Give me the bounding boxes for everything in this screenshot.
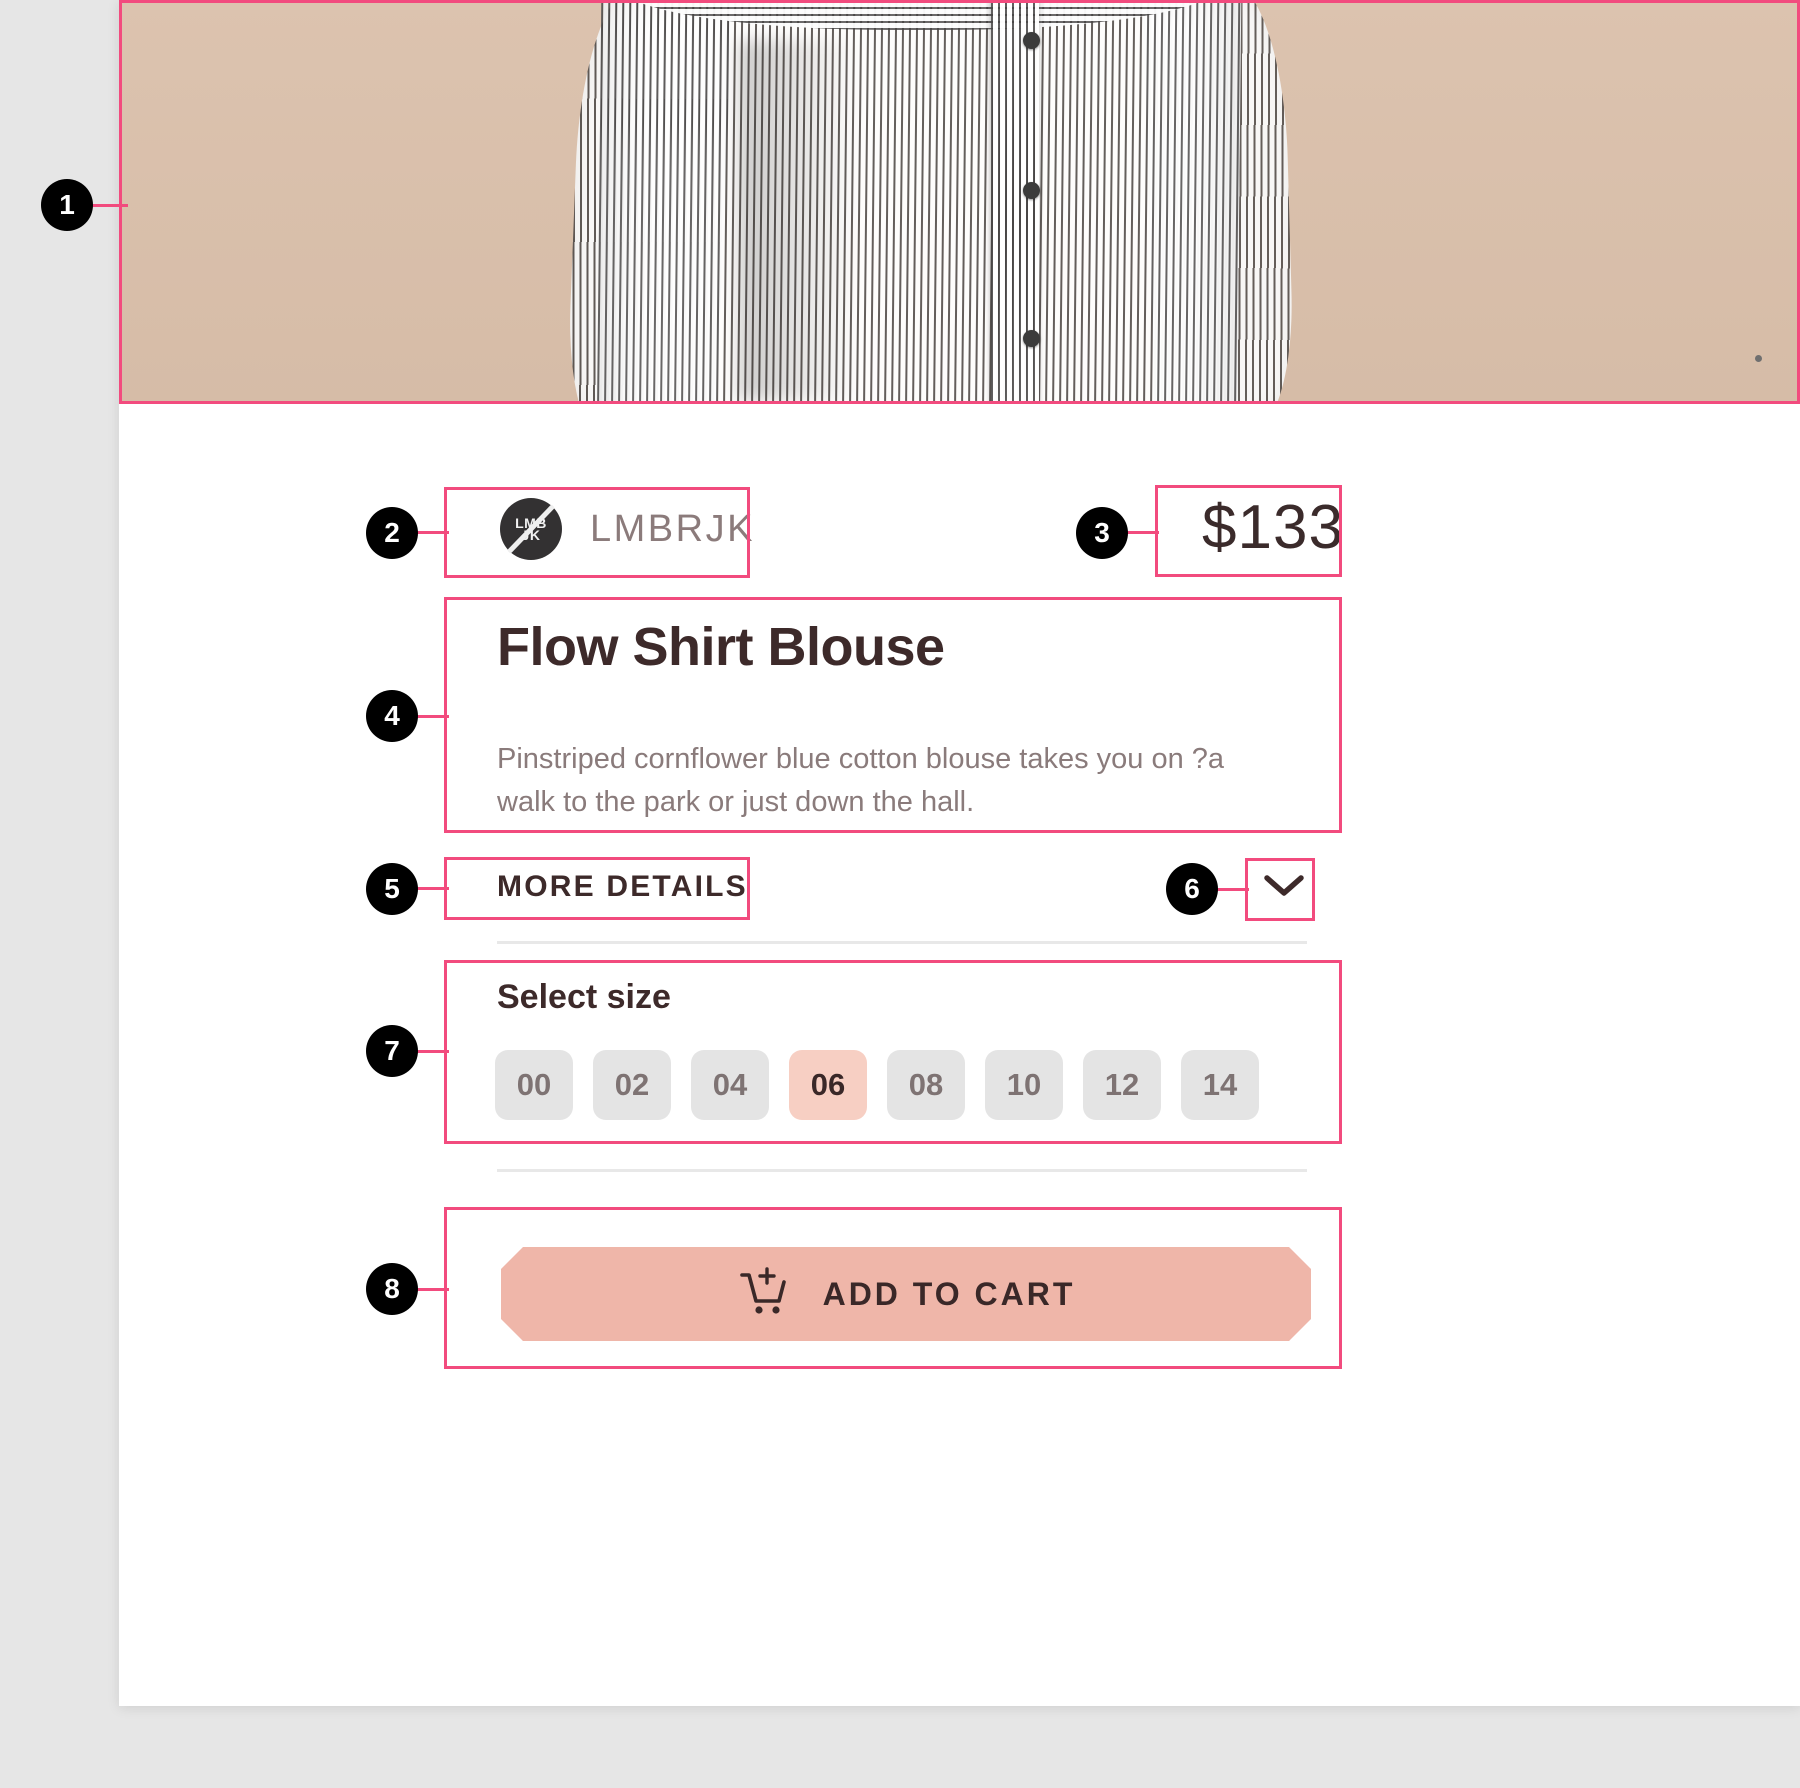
divider-top	[497, 941, 1307, 944]
product-title: Flow Shirt Blouse	[497, 617, 945, 677]
divider-bottom	[497, 1169, 1307, 1172]
shirt-fold-shadow	[739, 40, 859, 400]
size-selector[interactable]: 00 02 04 06 08 10 12 14	[495, 1050, 1259, 1120]
shirt-button	[1023, 330, 1040, 347]
product-detail-card: LMB JK LMBRJK $133 Flow Shirt Blouse Pins…	[119, 0, 1800, 1706]
size-chip-02[interactable]: 02	[593, 1050, 671, 1120]
screenshot-root: LMB JK LMBRJK $133 Flow Shirt Blouse Pins…	[0, 0, 1800, 1788]
product-price: $133	[1202, 493, 1344, 562]
product-description: Pinstriped cornflower blue cotton blouse…	[497, 743, 1225, 818]
size-chip-06[interactable]: 06	[789, 1050, 867, 1120]
image-pagination-dot[interactable]	[1755, 355, 1762, 362]
shirt-body	[596, 0, 1242, 404]
add-to-cart-label: ADD TO CART	[822, 1275, 1076, 1312]
size-chip-00[interactable]: 00	[495, 1050, 573, 1120]
cart-plus-icon	[737, 1266, 789, 1323]
size-chip-10[interactable]: 10	[985, 1050, 1063, 1120]
select-size-label: Select size	[497, 978, 671, 1016]
shirt-button	[1023, 32, 1040, 49]
size-chip-08[interactable]: 08	[887, 1050, 965, 1120]
product-image[interactable]	[119, 0, 1800, 404]
size-chip-04[interactable]: 04	[691, 1050, 769, 1120]
annotation-badge-1: 1	[41, 179, 93, 231]
size-chip-12[interactable]: 12	[1083, 1050, 1161, 1120]
shirt-button	[1023, 182, 1040, 199]
add-to-cart-button[interactable]: ADD TO CART	[501, 1247, 1311, 1341]
product-details-panel: LMB JK LMBRJK $133 Flow Shirt Blouse Pins…	[119, 404, 1800, 1706]
brand-logo-icon: LMB JK	[500, 498, 562, 560]
more-details-button[interactable]: MORE DETAILS	[497, 870, 748, 904]
chevron-down-icon[interactable]	[1258, 866, 1310, 906]
brand-row[interactable]: LMB JK LMBRJK	[500, 498, 755, 560]
brand-name: LMBRJK	[590, 507, 755, 550]
size-chip-14[interactable]: 14	[1181, 1050, 1259, 1120]
